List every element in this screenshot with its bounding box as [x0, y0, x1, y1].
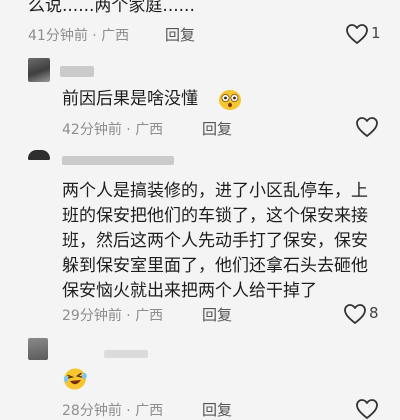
comment-time: 29分钟前 [62, 308, 122, 324]
comment-location: 广西 [135, 403, 164, 419]
meta-separator: · [126, 403, 131, 419]
avatar[interactable] [28, 150, 50, 160]
heart-icon [346, 24, 368, 44]
comment-2-text: 前因后果是啥没懂 [62, 89, 198, 109]
reply-button[interactable]: 回复 [202, 399, 232, 420]
username-blurred[interactable] [62, 156, 174, 165]
surprised-emoji [218, 89, 242, 111]
meta-separator: · [92, 28, 97, 44]
heart-icon [356, 117, 378, 137]
avatar[interactable] [28, 58, 50, 82]
like-button[interactable]: 8 [343, 302, 393, 326]
comment-time: 41分钟前 [28, 28, 88, 44]
comment-location: 广西 [135, 308, 164, 324]
like-button[interactable]: 1 [345, 22, 393, 46]
meta-separator: · [126, 122, 131, 138]
like-count: 8 [369, 304, 379, 322]
meta-separator: · [126, 308, 131, 324]
comment-location: 广西 [135, 122, 164, 138]
reply-button[interactable]: 回复 [202, 118, 232, 139]
comment-location: 广西 [101, 28, 130, 44]
heart-icon [344, 304, 366, 324]
comment-1-text: 么说......两个家庭...... [28, 0, 195, 16]
reply-button[interactable]: 回复 [202, 304, 232, 325]
comment-1-meta: 41分钟前 · 广西 [28, 25, 129, 45]
comment-2-meta: 42分钟前 · 广西 [62, 119, 163, 139]
like-button[interactable] [355, 116, 381, 140]
reply-button[interactable]: 回复 [165, 24, 195, 45]
comment-4-meta: 28分钟前 · 广西 [62, 400, 163, 420]
username-blurred[interactable] [104, 350, 148, 358]
heart-icon [356, 399, 378, 419]
like-button[interactable] [355, 398, 381, 420]
comment-time: 42分钟前 [62, 122, 122, 138]
like-count: 1 [371, 24, 381, 42]
comment-3-text: 两个人是搞装修的，进了小区乱停车，上 班的保安把他们的车锁了，这个保安来接 班，… [62, 181, 368, 301]
avatar[interactable] [28, 338, 48, 360]
username-blurred[interactable] [60, 66, 94, 77]
laughing-crying-emoji [62, 367, 88, 391]
comment-3-meta: 29分钟前 · 广西 [62, 305, 163, 325]
comment-time: 28分钟前 [62, 403, 122, 419]
